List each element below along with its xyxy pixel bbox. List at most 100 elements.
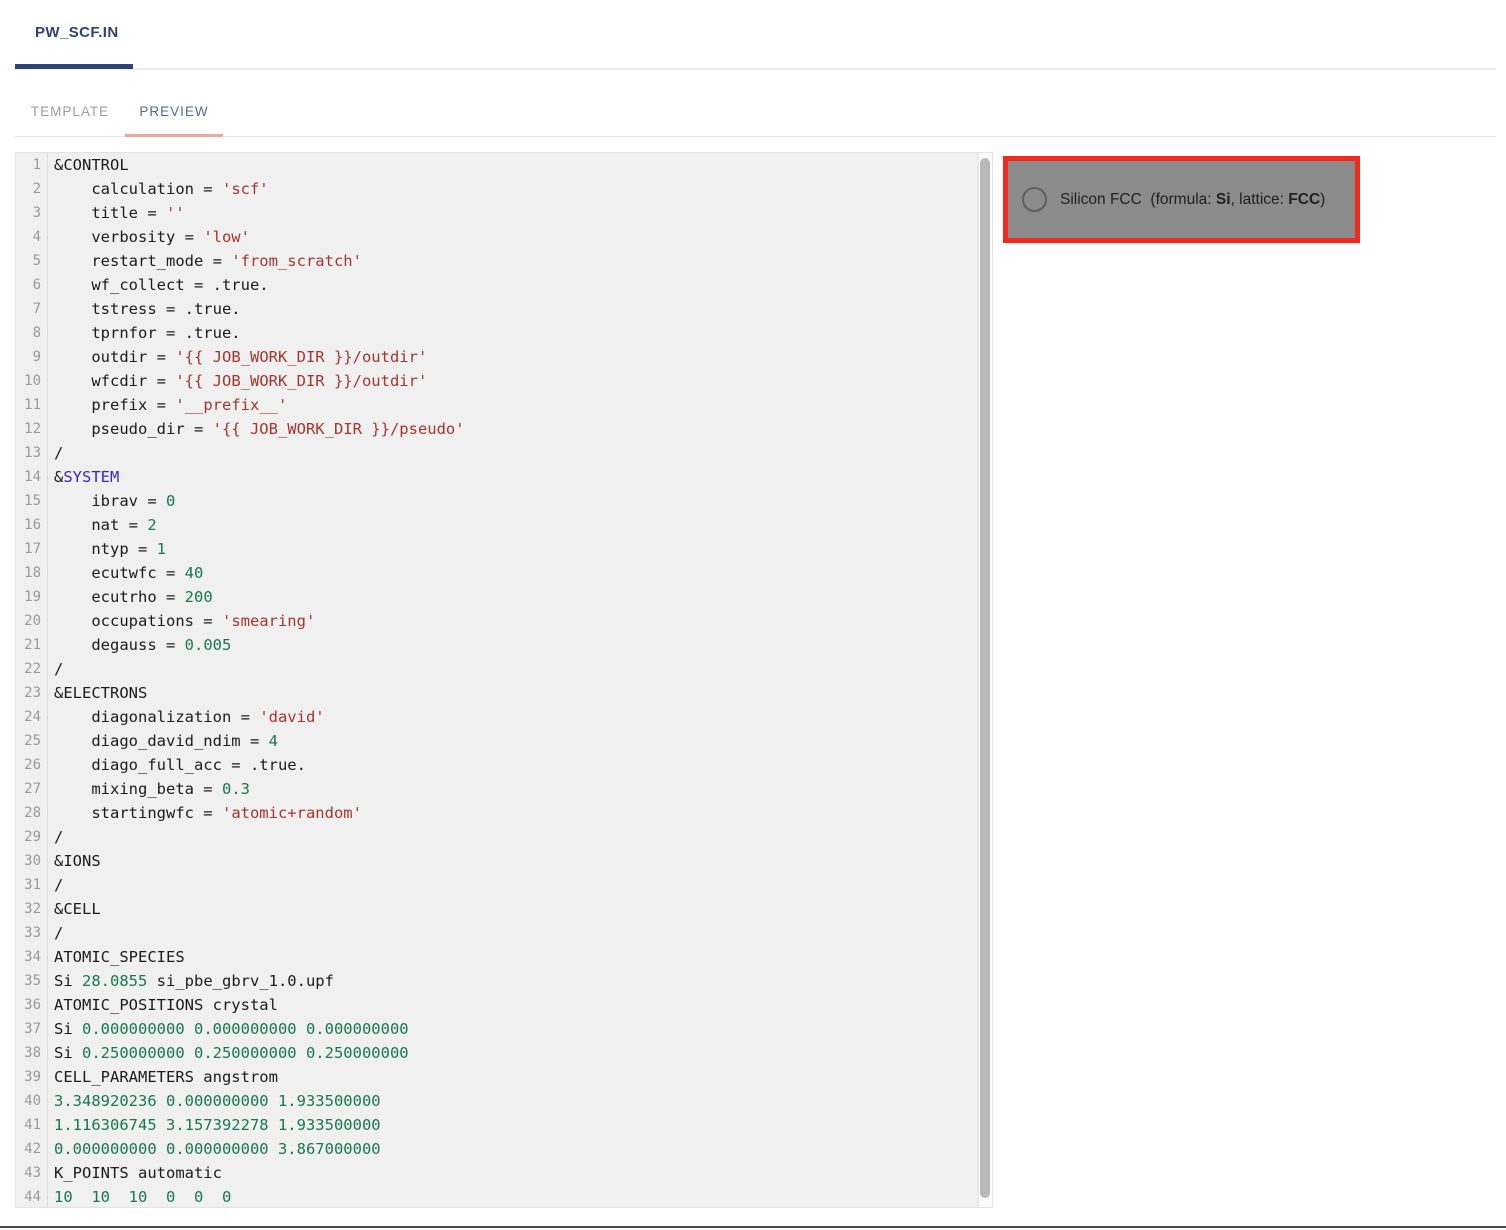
code-line: 8 tprnfor = .true. — [16, 321, 978, 345]
code-line: 9 outdir = '{{ JOB_WORK_DIR }}/outdir' — [16, 345, 978, 369]
code-line: 11 prefix = '__prefix__' — [16, 393, 978, 417]
line-number: 27 — [16, 777, 48, 801]
code-line: 35Si 28.0855 si_pbe_gbrv_1.0.upf — [16, 969, 978, 993]
line-number: 32 — [16, 897, 48, 921]
code-line: 4410 10 10 0 0 0 — [16, 1185, 978, 1207]
code-text: ibrav = 0 — [48, 489, 175, 513]
code-preview-editor[interactable]: 1&CONTROL2 calculation = 'scf'3 title = … — [15, 152, 993, 1208]
code-text: CELL_PARAMETERS angstrom — [48, 1065, 278, 1089]
line-number: 41 — [16, 1113, 48, 1137]
code-text: / — [48, 441, 63, 465]
file-tab-pw-scf-in[interactable]: PW_SCF.IN — [35, 24, 119, 41]
tab-preview[interactable]: PREVIEW — [125, 88, 223, 134]
code-text: restart_mode = 'from_scratch' — [48, 249, 362, 273]
line-number: 15 — [16, 489, 48, 513]
code-text: 3.348920236 0.000000000 1.933500000 — [48, 1089, 381, 1113]
code-text: prefix = '__prefix__' — [48, 393, 287, 417]
code-line: 43K_POINTS automatic — [16, 1161, 978, 1185]
line-number: 20 — [16, 609, 48, 633]
line-number: 44 — [16, 1185, 48, 1207]
tabs-bottom-divider — [15, 136, 1496, 137]
code-text: tprnfor = .true. — [48, 321, 241, 345]
line-number: 43 — [16, 1161, 48, 1185]
code-text: / — [48, 873, 63, 897]
tab-template[interactable]: TEMPLATE — [15, 88, 125, 134]
material-label-mid: , lattice: — [1231, 191, 1289, 208]
line-number: 16 — [16, 513, 48, 537]
code-text: diago_david_ndim = 4 — [48, 729, 278, 753]
code-line: 5 restart_mode = 'from_scratch' — [16, 249, 978, 273]
scrollbar-thumb[interactable] — [980, 158, 990, 1198]
code-line: 39CELL_PARAMETERS angstrom — [16, 1065, 978, 1089]
code-text: &IONS — [48, 849, 101, 873]
code-line: 27 mixing_beta = 0.3 — [16, 777, 978, 801]
material-option-silicon-fcc[interactable]: Silicon FCC (formula: Si, lattice: FCC) — [1003, 156, 1360, 243]
line-number: 39 — [16, 1065, 48, 1089]
code-lines: 1&CONTROL2 calculation = 'scf'3 title = … — [16, 153, 978, 1207]
radio-button-icon[interactable] — [1022, 187, 1047, 212]
code-text: / — [48, 921, 63, 945]
code-line: 420.000000000 0.000000000 3.867000000 — [16, 1137, 978, 1161]
file-tab-underline-track — [15, 68, 1496, 70]
code-line: 33/ — [16, 921, 978, 945]
code-text: Si 28.0855 si_pbe_gbrv_1.0.upf — [48, 969, 334, 993]
line-number: 18 — [16, 561, 48, 585]
code-line: 19 ecutrho = 200 — [16, 585, 978, 609]
code-line: 14&SYSTEM — [16, 465, 978, 489]
code-text: startingwfc = 'atomic+random' — [48, 801, 362, 825]
scrollbar-track[interactable] — [978, 153, 992, 1207]
code-text: wfcdir = '{{ JOB_WORK_DIR }}/outdir' — [48, 369, 427, 393]
code-line: 37Si 0.000000000 0.000000000 0.000000000 — [16, 1017, 978, 1041]
code-text: 0.000000000 0.000000000 3.867000000 — [48, 1137, 381, 1161]
code-line: 20 occupations = 'smearing' — [16, 609, 978, 633]
line-number: 23 — [16, 681, 48, 705]
code-text: Si 0.000000000 0.000000000 0.000000000 — [48, 1017, 409, 1041]
code-line: 403.348920236 0.000000000 1.933500000 — [16, 1089, 978, 1113]
file-tab-active-indicator — [15, 64, 133, 69]
code-text: wf_collect = .true. — [48, 273, 269, 297]
code-line: 15 ibrav = 0 — [16, 489, 978, 513]
line-number: 40 — [16, 1089, 48, 1113]
code-line: 7 tstress = .true. — [16, 297, 978, 321]
line-number: 38 — [16, 1041, 48, 1065]
code-text: Si 0.250000000 0.250000000 0.250000000 — [48, 1041, 409, 1065]
code-line: 411.116306745 3.157392278 1.933500000 — [16, 1113, 978, 1137]
code-line: 31/ — [16, 873, 978, 897]
code-text: tstress = .true. — [48, 297, 241, 321]
line-number: 11 — [16, 393, 48, 417]
material-label-suffix: ) — [1320, 191, 1325, 208]
code-line: 24 diagonalization = 'david' — [16, 705, 978, 729]
line-number: 29 — [16, 825, 48, 849]
code-text: ecutrho = 200 — [48, 585, 213, 609]
line-number: 25 — [16, 729, 48, 753]
line-number: 13 — [16, 441, 48, 465]
code-text: &SYSTEM — [48, 465, 119, 489]
code-line: 1&CONTROL — [16, 153, 978, 177]
code-text: pseudo_dir = '{{ JOB_WORK_DIR }}/pseudo' — [48, 417, 465, 441]
line-number: 21 — [16, 633, 48, 657]
page: PW_SCF.IN TEMPLATE PREVIEW 1&CONTROL2 ca… — [0, 0, 1506, 1230]
code-text: occupations = 'smearing' — [48, 609, 315, 633]
line-number: 3 — [16, 201, 48, 225]
code-text: K_POINTS automatic — [48, 1161, 222, 1185]
line-number: 22 — [16, 657, 48, 681]
code-line: 32&CELL — [16, 897, 978, 921]
line-number: 2 — [16, 177, 48, 201]
line-number: 10 — [16, 369, 48, 393]
code-text: / — [48, 657, 63, 681]
line-number: 12 — [16, 417, 48, 441]
code-text: title = '' — [48, 201, 185, 225]
line-number: 17 — [16, 537, 48, 561]
line-number: 26 — [16, 753, 48, 777]
line-number: 42 — [16, 1137, 48, 1161]
code-text: nat = 2 — [48, 513, 157, 537]
code-line: 18 ecutwfc = 40 — [16, 561, 978, 585]
code-text: ntyp = 1 — [48, 537, 166, 561]
line-number: 4 — [16, 225, 48, 249]
code-text: outdir = '{{ JOB_WORK_DIR }}/outdir' — [48, 345, 427, 369]
code-line: 4 verbosity = 'low' — [16, 225, 978, 249]
line-number: 14 — [16, 465, 48, 489]
code-line: 17 ntyp = 1 — [16, 537, 978, 561]
code-text: / — [48, 825, 63, 849]
code-line: 36ATOMIC_POSITIONS crystal — [16, 993, 978, 1017]
